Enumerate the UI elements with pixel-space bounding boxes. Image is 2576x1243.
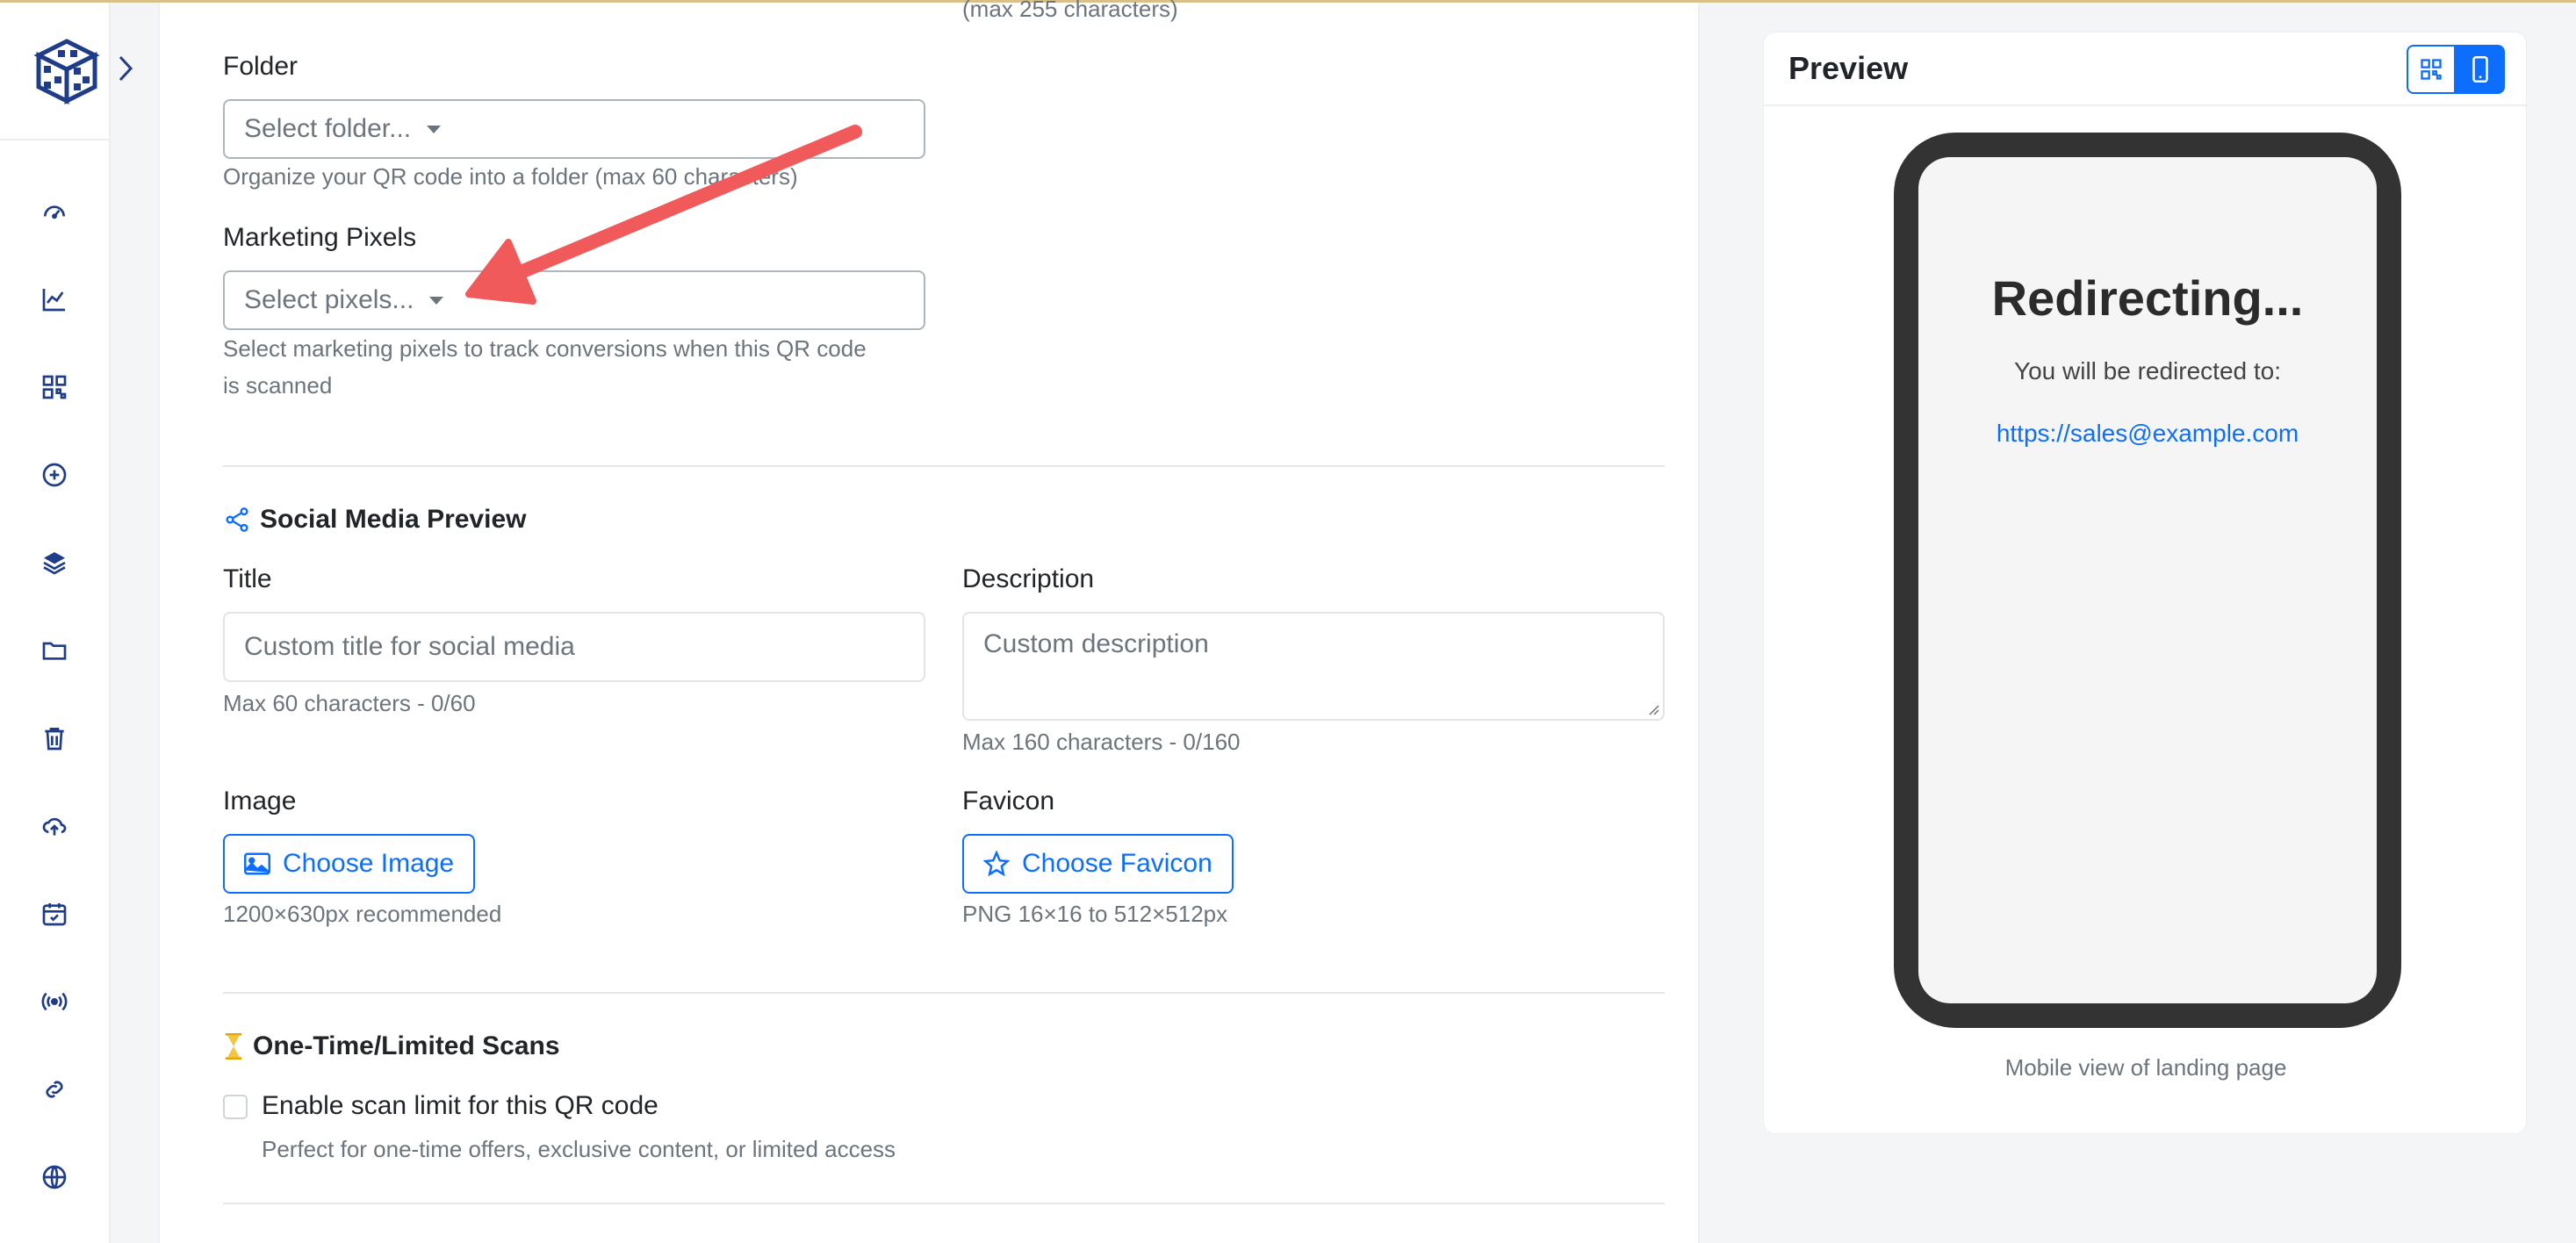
- phone-icon: [2472, 56, 2488, 83]
- choose-image-label: Choose Image: [283, 849, 455, 878]
- social-description-placeholder: Custom description: [983, 629, 1209, 658]
- social-description-help: Max 160 characters - 0/160: [962, 729, 1241, 755]
- folder-select[interactable]: Select folder...: [223, 99, 925, 159]
- caret-down-icon: [429, 296, 444, 305]
- sidebar: [0, 3, 111, 1243]
- mobile-view-toggle[interactable]: [2456, 45, 2505, 94]
- section-divider: [223, 992, 1665, 994]
- add-icon[interactable]: [37, 457, 72, 492]
- social-title-placeholder: Custom title for social media: [244, 632, 575, 661]
- layers-icon[interactable]: [37, 545, 72, 580]
- caret-down-icon: [427, 125, 442, 133]
- qr-form-card: (max 255 characters) Folder Select folde…: [158, 0, 1700, 1243]
- social-description-textarea[interactable]: Custom description: [962, 612, 1665, 721]
- trash-icon[interactable]: [37, 721, 72, 756]
- image-icon: [244, 852, 270, 875]
- preview-title: Preview: [1788, 50, 1909, 86]
- qr-code-icon: [2421, 59, 2442, 80]
- scan-limit-help: Perfect for one-time offers, exclusive c…: [262, 1136, 896, 1162]
- app-logo[interactable]: [32, 36, 102, 106]
- image-help: 1200×630px recommended: [223, 901, 502, 927]
- preview-header: Preview: [1764, 32, 2528, 106]
- social-title-label: Title: [223, 564, 272, 593]
- choose-image-button[interactable]: Choose Image: [223, 834, 476, 894]
- sidebar-divider: [0, 139, 111, 140]
- image-label: Image: [223, 787, 297, 815]
- folder-label: Folder: [223, 52, 299, 81]
- social-title-input[interactable]: Custom title for social media: [223, 612, 925, 682]
- pixels-select-placeholder: Select pixels...: [244, 285, 414, 314]
- phone-screen: Redirecting... You will be redirected to…: [1918, 157, 2377, 1003]
- folder-select-placeholder: Select folder...: [244, 114, 412, 143]
- phone-mockup: Redirecting... You will be redirected to…: [1894, 133, 2401, 1028]
- share-icon: [223, 506, 251, 534]
- marketing-pixels-select[interactable]: Select pixels...: [223, 270, 925, 330]
- preview-card: Preview Redirecting... You will be redir…: [1763, 32, 2528, 1134]
- calendar-check-icon[interactable]: [37, 896, 72, 931]
- section-divider: [223, 465, 1665, 467]
- broadcast-icon[interactable]: [37, 984, 72, 1019]
- max-characters-hint: (max 255 characters): [962, 0, 1178, 22]
- qr-code-icon[interactable]: [37, 370, 72, 405]
- favicon-label: Favicon: [962, 787, 1055, 815]
- redirect-subtitle: You will be redirected to:: [2013, 357, 2282, 384]
- dashboard-icon[interactable]: [37, 194, 72, 229]
- choose-favicon-button[interactable]: Choose Favicon: [962, 834, 1234, 894]
- upload-cloud-icon[interactable]: [37, 808, 72, 844]
- sidebar-expand-chevron-icon[interactable]: [112, 53, 139, 84]
- pixels-help-line-1: Select marketing pixels to track convers…: [223, 335, 867, 362]
- globe-icon[interactable]: [37, 1160, 72, 1195]
- redirecting-title: Redirecting...: [1991, 270, 2304, 326]
- analytics-icon[interactable]: [37, 282, 72, 317]
- social-media-preview-title: Social Media Preview: [260, 505, 527, 534]
- folder-help: Organize your QR code into a folder (max…: [223, 163, 798, 190]
- section-divider: [223, 1203, 1665, 1204]
- qr-view-toggle[interactable]: [2407, 45, 2456, 94]
- star-icon: [983, 851, 1010, 877]
- favicon-help: PNG 16×16 to 512×512px: [962, 901, 1228, 927]
- redirect-link[interactable]: https://sales@example.com: [1989, 419, 2306, 449]
- resize-handle-icon[interactable]: [1645, 701, 1659, 715]
- limited-scans-title: One-Time/Limited Scans: [253, 1031, 560, 1060]
- folder-icon[interactable]: [37, 633, 72, 668]
- social-media-preview-heading: Social Media Preview: [223, 505, 526, 535]
- scan-limit-checkbox-label[interactable]: Enable scan limit for this QR code: [262, 1091, 658, 1121]
- pixels-help-line-2: is scanned: [223, 372, 333, 399]
- hourglass-icon: [223, 1033, 244, 1060]
- social-title-help: Max 60 characters - 0/60: [223, 690, 476, 716]
- scan-limit-checkbox[interactable]: [223, 1095, 248, 1119]
- choose-favicon-label: Choose Favicon: [1022, 849, 1212, 878]
- social-description-label: Description: [962, 564, 1095, 593]
- link-icon[interactable]: [37, 1072, 72, 1107]
- preview-caption: Mobile view of landing page: [2004, 1054, 2287, 1081]
- preview-mode-toggle: [2407, 45, 2505, 94]
- marketing-pixels-label: Marketing Pixels: [223, 223, 417, 252]
- limited-scans-heading: One-Time/Limited Scans: [223, 1031, 560, 1061]
